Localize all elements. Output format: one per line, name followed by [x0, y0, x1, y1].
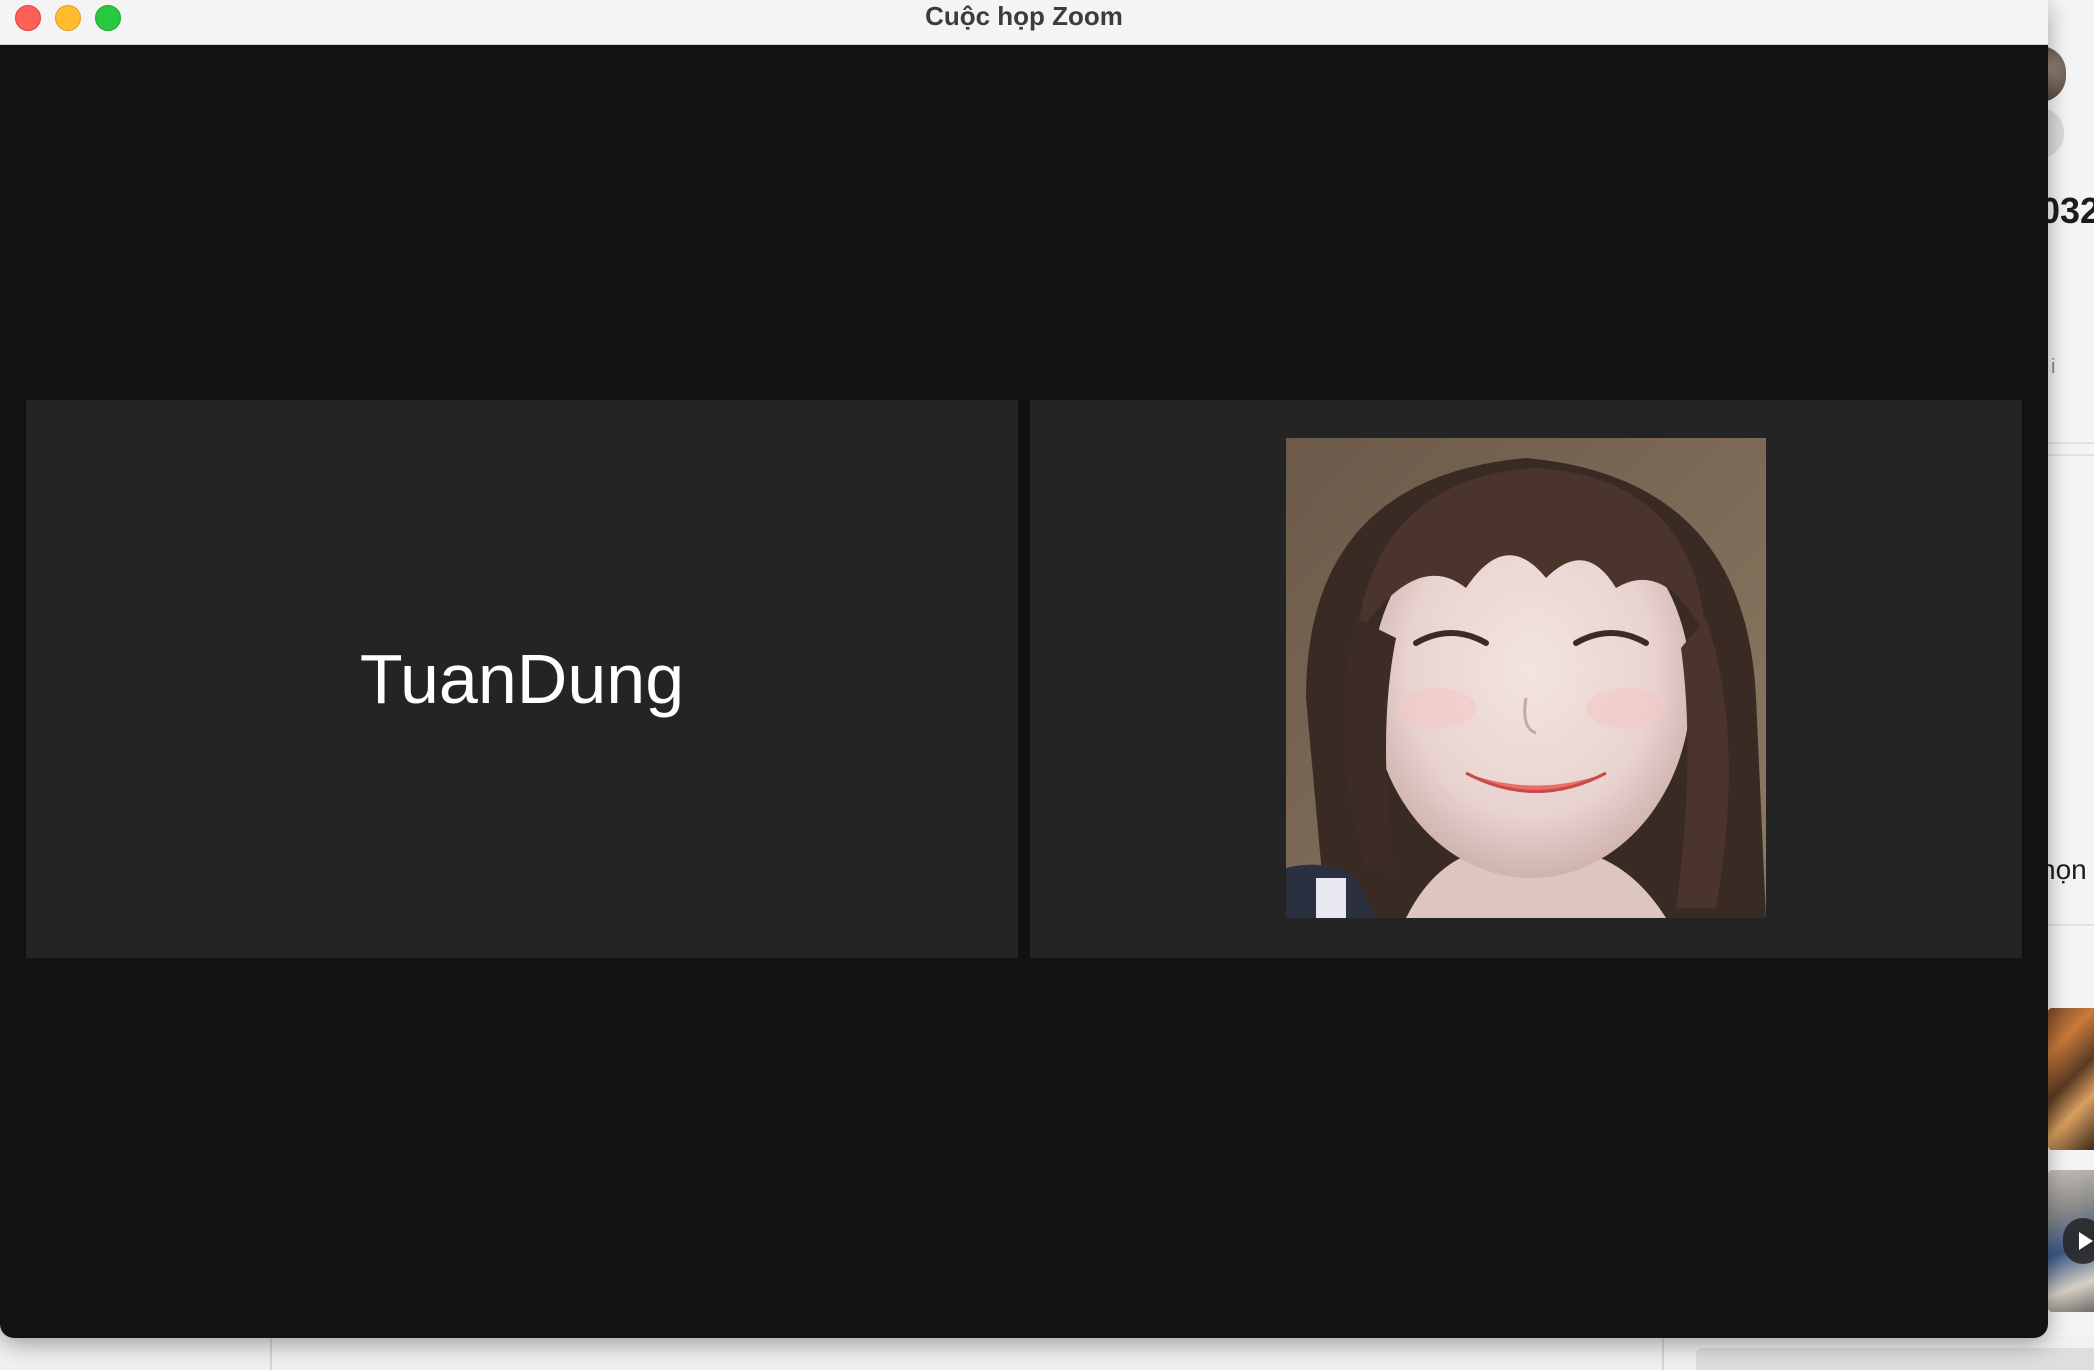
participant-tile[interactable]: TuanDung: [26, 400, 1018, 958]
participant-tile[interactable]: [1030, 400, 2022, 958]
background-divider: [2040, 442, 2094, 444]
background-divider: [1662, 1336, 1664, 1370]
background-heading: 032: [2040, 190, 2094, 231]
window-title: Cuộc họp Zoom: [925, 1, 1123, 31]
zoom-meeting-window: Cuộc họp Zoom TuanDung: [0, 0, 2048, 1338]
background-panel: [1696, 1348, 2094, 1370]
background-divider: [2040, 454, 2094, 456]
background-thumbnail: [2048, 1008, 2094, 1150]
participant-video: [1286, 438, 1766, 918]
background-app: 032 i họn: [2040, 0, 2094, 1370]
participant-name: TuanDung: [359, 640, 685, 718]
background-divider: [2040, 924, 2094, 926]
play-icon: [2063, 1218, 2094, 1264]
background-divider: [270, 1336, 272, 1370]
close-window-button[interactable]: [15, 5, 41, 31]
title-bar[interactable]: Cuộc họp Zoom: [0, 0, 2048, 45]
background-text: i: [2051, 356, 2056, 378]
maximize-window-button[interactable]: [95, 5, 121, 31]
minimize-window-button[interactable]: [55, 5, 81, 31]
participant-video-image: [1286, 438, 1766, 918]
